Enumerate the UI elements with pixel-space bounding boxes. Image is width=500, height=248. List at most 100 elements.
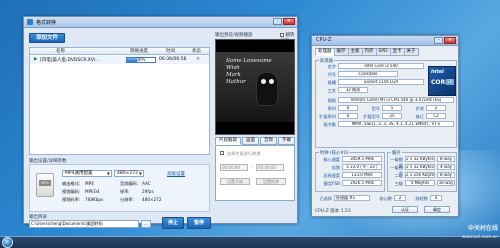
- app-icon: [27, 19, 33, 25]
- start-time-field[interactable]: 00:00:00: [220, 164, 248, 171]
- instructions-value: MMX, SSE(1, 2, 3, 3S, 4.1, 4.2), EM64T, …: [338, 121, 454, 127]
- field-label: 插槽: [327, 80, 336, 85]
- resolution-select[interactable]: 480×272 ▼: [114, 170, 144, 177]
- field-label: 线程数: [415, 196, 428, 201]
- set-start-button[interactable]: 设置开始: [220, 178, 250, 185]
- revision-value: C2: [426, 113, 446, 119]
- field-label: 工艺: [327, 88, 336, 93]
- tab-spd[interactable]: SPD: [375, 48, 391, 56]
- param-label: 帧率:: [120, 189, 130, 194]
- cores-value: 2: [394, 195, 406, 201]
- watermark-brand: 中关村在线: [467, 225, 498, 232]
- cpuz-version: CPU-Z 版本 1.53: [315, 209, 351, 214]
- file-time: 06:36/06:56: [159, 57, 187, 62]
- field-label: 指令集: [323, 122, 336, 127]
- pause-button[interactable]: 暂停: [187, 217, 211, 229]
- param-label: 视频编码:: [62, 189, 81, 194]
- col-time[interactable]: 时间: [166, 48, 175, 54]
- param-value: 29fps: [142, 189, 154, 194]
- tab-cache[interactable]: 缓存: [333, 48, 349, 56]
- param-value: MP4: [85, 181, 94, 186]
- param-value: MPEG4: [85, 189, 100, 194]
- converter-titlebar[interactable]: 格式转换: [24, 17, 297, 28]
- l2-value: 2 x 256 KBytes: [405, 172, 435, 178]
- cpuz-tabs: 处理器 缓存 主板 内存 SPD 显卡 关于: [315, 48, 419, 56]
- l1d-ways: 8-way: [437, 156, 455, 162]
- field-label: 扩展系列: [319, 114, 336, 119]
- minimize-icon[interactable]: –: [434, 37, 443, 44]
- table-row[interactable]: ▶ [闪电]美人鱼.DVDSCR.XVi... 36% 06:36/06:56 …: [30, 56, 209, 64]
- col-status[interactable]: 状态: [192, 48, 201, 54]
- tab-subtitle[interactable]: 字幕: [278, 137, 295, 145]
- close-icon[interactable]: ×: [444, 37, 456, 44]
- intel-core-logo: intel CORE i3: [428, 66, 456, 96]
- video-preview[interactable]: Some Lonesome Wish Mark Hathor: [215, 39, 295, 135]
- file-list[interactable]: ▶ [闪电]美人鱼.DVDSCR.XVi... 36% 06:36/06:56 …: [29, 55, 210, 155]
- output-path-field[interactable]: C:\Users\cheng\Documents\美团转码: [29, 220, 139, 228]
- close-icon[interactable]: ×: [283, 18, 295, 25]
- profile-select[interactable]: MP4通用配置 ▼: [62, 170, 112, 177]
- stop-button[interactable]: 停止: [162, 217, 184, 229]
- video-frame: Some Lonesome Wish Mark Hathor: [216, 52, 294, 122]
- tab-about[interactable]: 关于: [403, 48, 419, 56]
- l1i-value: 2 x 32 KBytes: [405, 164, 435, 170]
- family-value: 6: [338, 105, 358, 111]
- minimize-icon[interactable]: –: [273, 18, 282, 25]
- core-speed-value: 3059.5 MHz: [342, 156, 382, 162]
- ok-button[interactable]: 确定: [424, 206, 450, 213]
- clip-check-label: 选择片段进行转换: [227, 151, 261, 156]
- tab-audio[interactable]: 音频: [260, 137, 277, 145]
- field-label: 核心速度: [323, 157, 340, 162]
- param-label: 音频编码:: [120, 181, 139, 186]
- flip-check-box[interactable]: [280, 32, 284, 37]
- start-button[interactable]: [2, 237, 13, 248]
- taskbar: [0, 236, 500, 248]
- field-label: 型号: [371, 106, 380, 111]
- file-list-header: 名称 转换进度 时间 状态: [29, 47, 210, 55]
- end-time-field[interactable]: 00:00:00: [256, 164, 284, 171]
- set-end-button[interactable]: 设置结束: [256, 178, 286, 185]
- browse-button[interactable]: ...: [141, 220, 151, 228]
- col-name[interactable]: 名称: [56, 48, 65, 54]
- package-value: Socket 1156 LGA: [338, 79, 424, 85]
- tab-memory[interactable]: 内存: [361, 48, 377, 56]
- l1d-value: 2 x 32 KBytes: [405, 156, 435, 162]
- processor-select[interactable]: 处理器 #1: [334, 195, 370, 201]
- add-file-button[interactable]: 添加文件: [29, 33, 65, 43]
- tab-processor[interactable]: 处理器: [315, 48, 335, 56]
- tab-graphics[interactable]: 显卡: [389, 48, 405, 56]
- multiplier-value: x 23.0 ( 9 - 23 ): [342, 164, 382, 170]
- col-progress[interactable]: 转换进度: [130, 48, 148, 54]
- watermark: 中关村在线 www.zol.com.cn: [452, 224, 498, 244]
- processor-select-value: 处理器 #1: [336, 195, 356, 200]
- tab-clip[interactable]: 片段截取: [215, 137, 241, 145]
- watermark-url: www.zol.com.cn: [461, 235, 498, 240]
- progress-text: 36%: [136, 57, 146, 62]
- clip-pane: 选择片段进行转换 00:00:00 - 00:00:00 设置开始 设置结束: [215, 145, 295, 201]
- param-value: 480×272: [142, 197, 162, 202]
- converter-title: 格式转换: [36, 19, 57, 26]
- field-label: 三级: [394, 181, 403, 186]
- field-label: 规格: [327, 98, 336, 103]
- l3-value: 4 MBytes: [405, 180, 435, 186]
- preview-tabs: 片段截取 画面 音频 字幕: [215, 137, 295, 145]
- profile-value: MP4通用配置: [65, 171, 93, 176]
- remove-icon[interactable]: ✕: [196, 57, 200, 62]
- param-label: 输出格式:: [62, 181, 81, 186]
- advanced-settings-link[interactable]: 高级设置: [167, 171, 185, 177]
- field-label: 名字: [327, 64, 336, 69]
- bus-speed-value: 133.0 MHz: [342, 172, 382, 178]
- tab-mainboard[interactable]: 主板: [347, 48, 363, 56]
- group-title: 缓存: [391, 150, 402, 156]
- mp4-device-icon: MP4: [36, 173, 54, 197]
- tab-picture[interactable]: 画面: [242, 137, 259, 145]
- validate-button[interactable]: 认证: [392, 206, 418, 213]
- resolution-value: 480×272: [117, 171, 138, 176]
- field-label: 倍频: [331, 165, 340, 170]
- field-label: 步进: [415, 106, 424, 111]
- spec-value: Intel(R) Core(TM) i3 CPU 540 @ 3.07GHz (…: [338, 97, 454, 103]
- l1i-ways: 4-way: [437, 164, 455, 170]
- clip-checkbox[interactable]: [220, 151, 224, 155]
- play-icon: ▶: [34, 57, 38, 62]
- technology-value: 32 纳米: [338, 87, 368, 93]
